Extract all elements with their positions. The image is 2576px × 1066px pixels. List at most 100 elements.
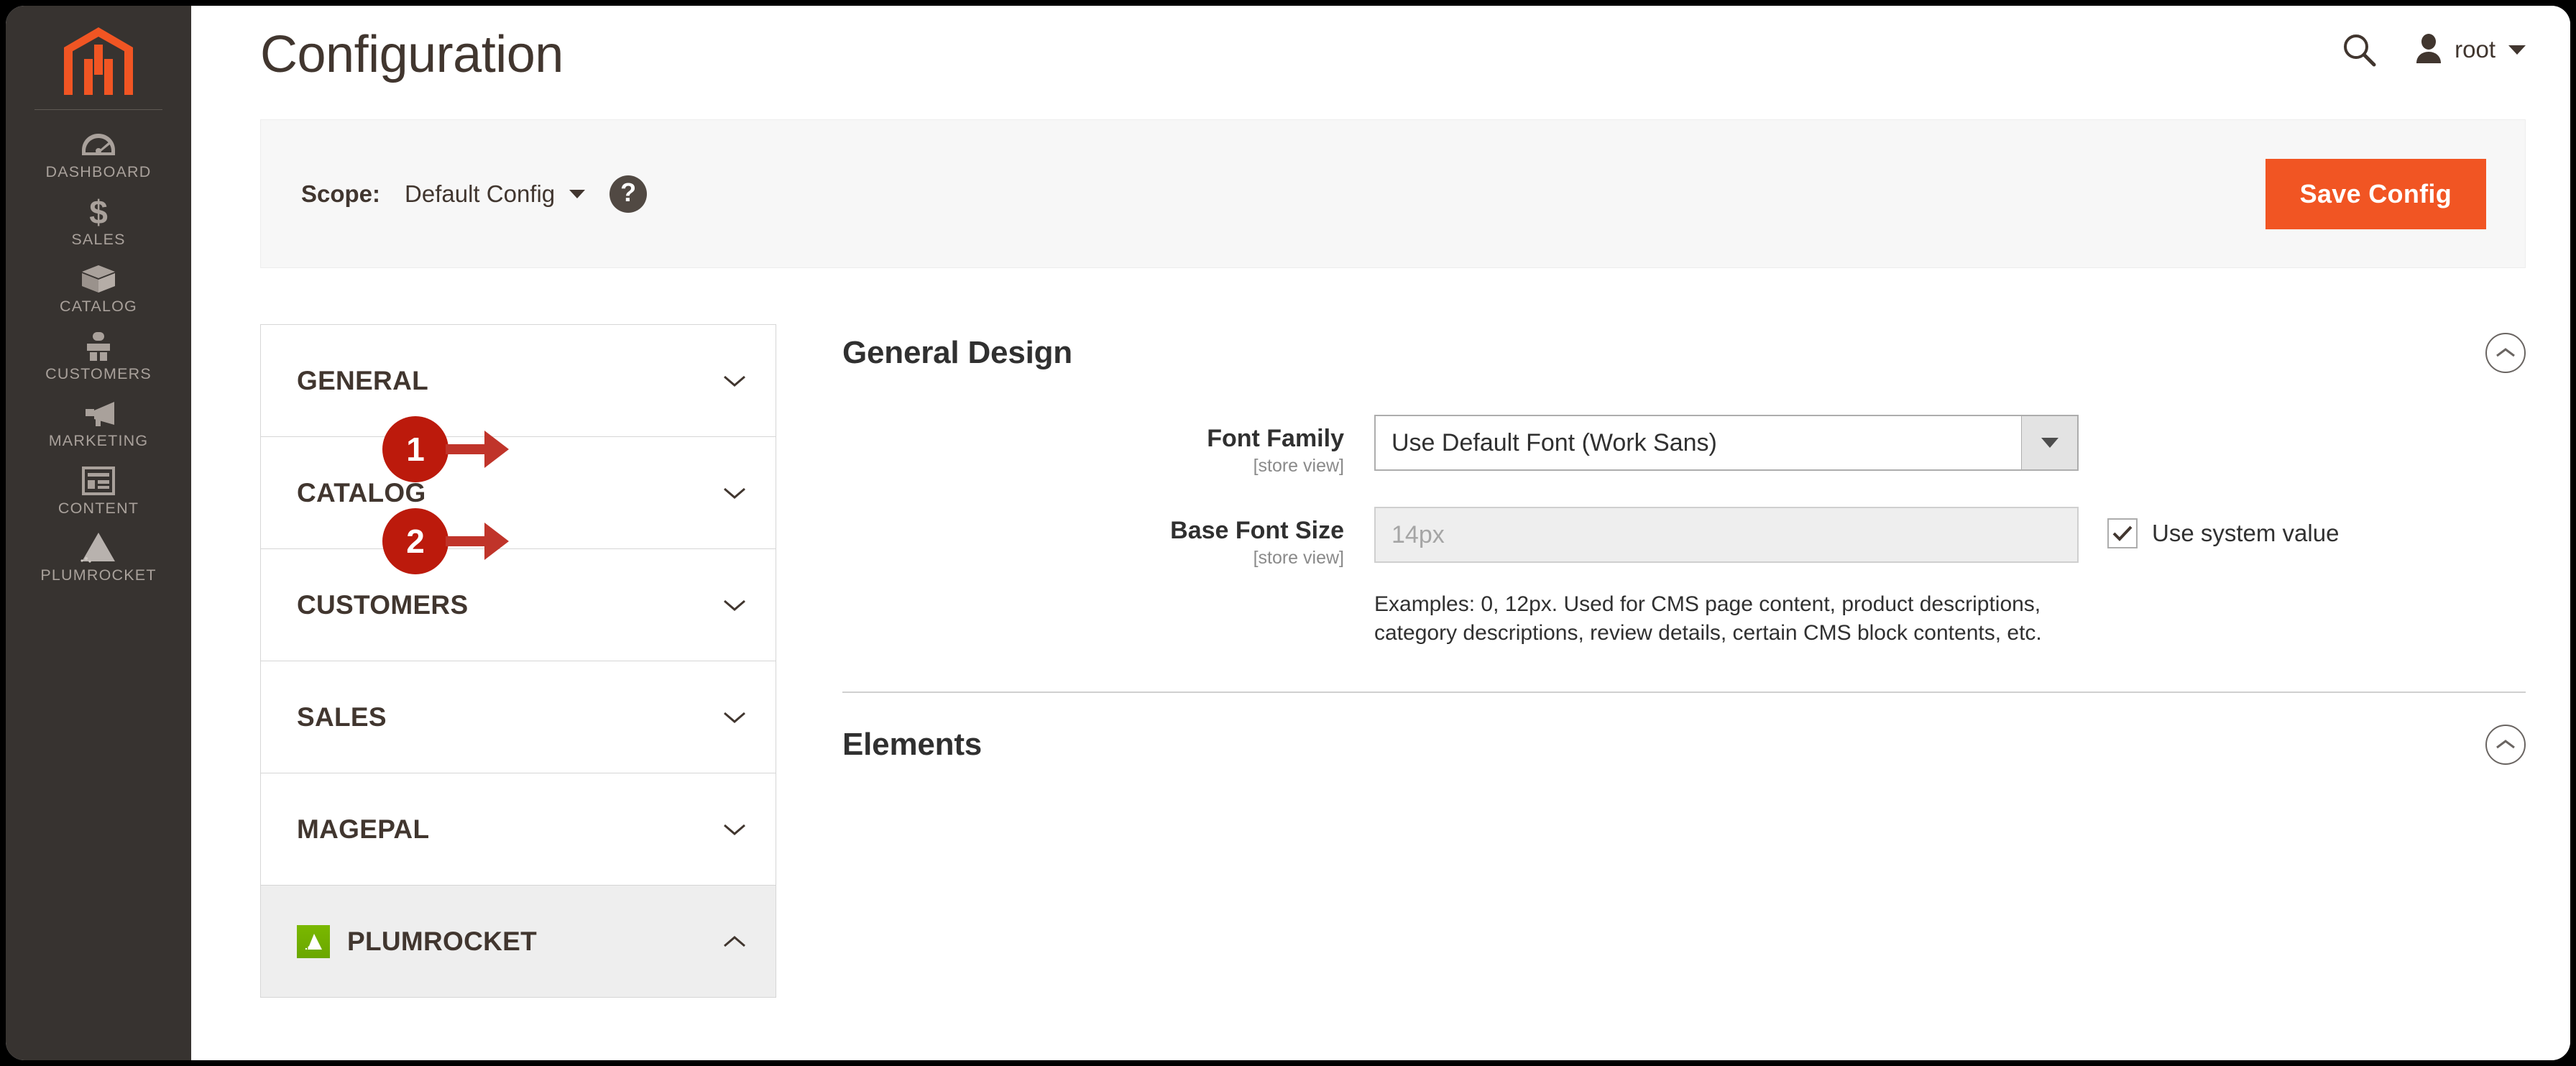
config-nav-item-plumrocket[interactable]: PLUMROCKET — [261, 886, 776, 998]
section-title: Elements — [842, 727, 983, 763]
layout-icon — [82, 464, 115, 498]
configuration-body: GENERAL CATALOG CUSTOMERS SALES MAGEPAL … — [191, 324, 2570, 998]
scope-label: Scope: — [301, 180, 381, 207]
chevron-down-icon — [569, 189, 586, 198]
sidebar-item-label: SALES — [71, 230, 126, 248]
magento-logo[interactable] — [6, 19, 191, 109]
user-name: root — [2455, 36, 2496, 63]
annotation-arrow-icon — [446, 431, 509, 468]
plumrocket-icon — [78, 530, 119, 565]
config-nav-item-content: CUSTOMERS — [297, 590, 468, 620]
configuration-fieldsets: General Design 1 Font Family [store view… — [382, 324, 2526, 998]
user-avatar-icon — [2414, 33, 2443, 67]
field-label-group: Base Font Size [store view] — [842, 507, 1374, 569]
megaphone-icon — [80, 396, 117, 431]
config-nav-item-catalog[interactable]: CATALOG — [261, 437, 776, 549]
font-family-selected-value: Use Default Font (Work Sans) — [1392, 428, 1717, 456]
sidebar-item-label: PLUMROCKET — [40, 566, 157, 584]
config-nav-item-magepal[interactable]: MAGEPAL — [261, 773, 776, 886]
chevron-down-icon — [724, 712, 745, 723]
font-family-select[interactable]: Use Default Font (Work Sans) — [1374, 415, 2079, 471]
field-label: Base Font Size — [1170, 517, 1344, 544]
user-menu[interactable]: root — [2414, 33, 2526, 67]
field-list: 1 Font Family [store view] Use Default F… — [382, 415, 2526, 647]
chevron-up-icon — [724, 935, 745, 947]
scope-selector[interactable]: Default Config — [405, 180, 586, 208]
sidebar-item-content[interactable]: CONTENT — [6, 456, 191, 524]
annotation-number: 1 — [382, 416, 448, 482]
sidebar-divider — [34, 109, 162, 110]
note-spacer — [842, 577, 1374, 647]
annotation-marker-1: 1 — [382, 416, 509, 482]
annotation-marker-2: 2 — [382, 508, 509, 574]
scope-bar: Scope: Default Config ? Save Config — [260, 119, 2526, 268]
annotation-number: 2 — [382, 508, 448, 574]
use-system-value-toggle[interactable]: Use system value — [2107, 507, 2339, 548]
header-actions: root — [2340, 30, 2526, 69]
save-config-button[interactable]: Save Config — [2265, 158, 2486, 229]
section-header-elements[interactable]: Elements — [842, 693, 2526, 766]
sidebar-item-label: CATALOG — [60, 298, 137, 315]
config-nav-item-content: MAGEPAL — [297, 814, 429, 845]
search-icon[interactable] — [2340, 30, 2378, 69]
sidebar-item-dashboard[interactable]: DASHBOARD — [6, 120, 191, 188]
chevron-down-icon — [724, 599, 745, 611]
field-scope-hint: [store view] — [1253, 456, 1344, 477]
sidebar-item-plumrocket[interactable]: PLUMROCKET — [6, 523, 191, 591]
field-scope-hint: [store view] — [1253, 548, 1344, 569]
config-nav-item-sales[interactable]: SALES — [261, 661, 776, 773]
sidebar-item-label: CUSTOMERS — [45, 364, 152, 382]
use-system-value-checkbox[interactable] — [2107, 518, 2138, 548]
config-nav-item-general[interactable]: GENERAL — [261, 325, 776, 437]
scope-group: Scope: Default Config ? — [301, 175, 648, 213]
magento-logo-icon — [64, 27, 133, 95]
sidebar-item-label: DASHBOARD — [45, 163, 152, 180]
person-icon — [83, 329, 114, 364]
plumrocket-badge-icon — [297, 924, 330, 958]
svg-text:$: $ — [89, 195, 108, 229]
config-nav-item-content: GENERAL — [297, 366, 428, 396]
page-title: Configuration — [260, 26, 564, 83]
chevron-down-icon — [2021, 416, 2077, 469]
field-label: Font Family — [1207, 425, 1344, 452]
help-icon[interactable]: ? — [610, 175, 648, 213]
field-note-row: Examples: 0, 12px. Used for CMS page con… — [842, 577, 2526, 647]
chevron-down-icon — [724, 824, 745, 835]
config-nav-label: PLUMROCKET — [347, 926, 538, 956]
collapse-toggle-icon[interactable] — [2485, 333, 2526, 373]
chevron-down-icon — [2508, 45, 2526, 55]
config-nav-label: MAGEPAL — [297, 814, 430, 844]
sidebar-item-catalog[interactable]: CATALOG — [6, 254, 191, 322]
field-row-font-family: 1 Font Family [store view] Use Default F… — [382, 415, 2526, 485]
page-header: Configuration root — [191, 6, 2570, 119]
sidebar-item-sales[interactable]: $ SALES — [6, 188, 191, 255]
config-nav-label: SALES — [297, 702, 387, 732]
annotation-arrow-icon — [446, 523, 509, 560]
sidebar-item-customers[interactable]: CUSTOMERS — [6, 322, 191, 390]
section-header-general-design[interactable]: General Design — [842, 324, 2526, 373]
config-nav-item-customers[interactable]: CUSTOMERS — [261, 549, 776, 661]
checkmark-icon — [2112, 525, 2133, 541]
config-nav-label: CUSTOMERS — [297, 589, 469, 620]
chevron-up-icon — [2496, 348, 2515, 357]
admin-window: DASHBOARD $ SALES CATALOG CUSTOMERS MARK… — [6, 6, 2570, 1060]
base-font-size-input[interactable] — [1374, 507, 2079, 563]
sidebar-item-label: CONTENT — [58, 499, 139, 517]
main-content: Configuration root Scope: Default Config… — [191, 6, 2570, 1060]
dashboard-icon — [81, 127, 116, 162]
collapse-toggle-icon[interactable] — [2485, 725, 2526, 766]
config-nav-item-content: SALES — [297, 702, 387, 732]
sidebar-item-marketing[interactable]: MARKETING — [6, 389, 191, 456]
scope-selected-value: Default Config — [405, 180, 556, 207]
configuration-section-nav: GENERAL CATALOG CUSTOMERS SALES MAGEPAL … — [260, 324, 776, 998]
base-font-size-note: Examples: 0, 12px. Used for CMS page con… — [1374, 592, 2042, 645]
field-control-group: Use Default Font (Work Sans) — [1374, 415, 2526, 471]
dollar-icon: $ — [86, 195, 111, 229]
chevron-down-icon — [724, 487, 745, 499]
section-title: General Design — [842, 335, 1072, 370]
box-icon — [80, 262, 116, 296]
chevron-up-icon — [2496, 740, 2515, 749]
field-label-group: Font Family [store view] — [842, 415, 1374, 477]
admin-sidebar: DASHBOARD $ SALES CATALOG CUSTOMERS MARK… — [6, 6, 191, 1060]
field-control-group: Use system value — [1374, 507, 2526, 563]
